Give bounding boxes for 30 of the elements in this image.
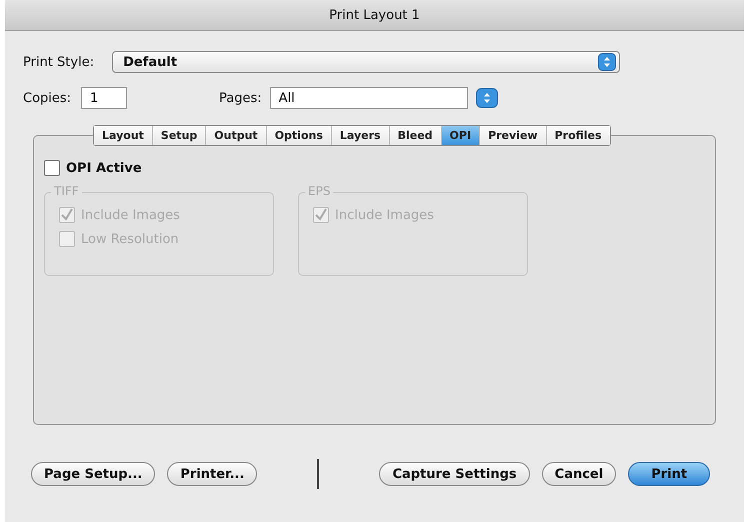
checkbox-label: Include Images [335,208,434,222]
tab[interactable]: OPI [442,126,480,145]
tab[interactable]: Setup [152,126,206,145]
tab[interactable]: Profiles [546,126,610,145]
tab[interactable]: Bleed [390,126,442,145]
checkbox-label: OPI Active [66,160,142,176]
push-button[interactable]: Capture Settings [379,462,530,486]
group-title: EPS [305,184,334,198]
tab[interactable]: Preview [480,126,547,145]
window-title: Print Layout 1 [329,8,420,22]
print-style-label: Print Style: [23,54,94,70]
tab[interactable]: Options [266,126,332,145]
push-button[interactable]: Printer... [167,462,258,486]
pages-field[interactable]: All [270,87,468,109]
push-button[interactable]: Print [628,462,710,486]
dropdown-arrows-icon[interactable] [476,88,498,108]
checkbox-label: Low Resolution [81,232,179,246]
print-style-dropdown[interactable]: Default [112,51,620,73]
push-button[interactable]: Page Setup... [31,462,156,486]
tab[interactable]: Output [206,126,267,145]
checkbox[interactable] [44,160,60,176]
copies-label: Copies: [23,90,72,106]
tab[interactable]: Layout [94,126,153,145]
group-title: TIFF [51,184,82,198]
push-button[interactable]: Cancel [542,462,616,486]
dropdown-arrows-icon [598,53,616,71]
checkbox-label: Include Images [81,208,180,222]
tab[interactable]: Layers [332,126,390,145]
pages-label: Pages: [219,90,262,106]
copies-field[interactable]: 1 [81,87,128,109]
